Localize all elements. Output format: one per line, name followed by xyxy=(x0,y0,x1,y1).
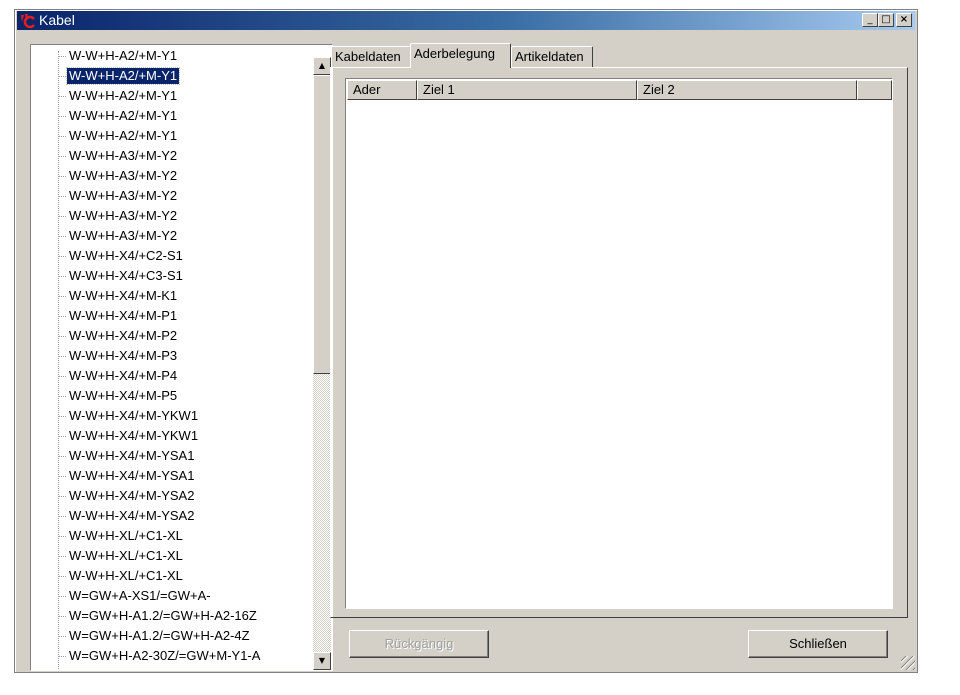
tree-item-label: W-W+H-A3/+M-Y2 xyxy=(69,168,178,183)
tree-item-label: W-W+H-X4/+C2-S1 xyxy=(69,248,183,263)
tree-item[interactable]: W-W+H-A3/+M-Y2 xyxy=(31,146,313,166)
tree-item[interactable]: W-W+H-A2/+M-Y1 xyxy=(31,126,313,146)
undo-button[interactable]: Rückgängig xyxy=(349,630,489,658)
tree-item-label: W=GW+A-XS1/=GW+A- xyxy=(69,588,211,603)
tree-item-label: W-W+H-X4/+C3-S1 xyxy=(69,268,183,283)
tree-item-label: W-W+H-X4/+M-P5 xyxy=(69,388,178,403)
tree-item[interactable]: W-W+H-X4/+M-YKW1 xyxy=(31,406,313,426)
tree-item[interactable]: W-W+H-X4/+C3-S1 xyxy=(31,266,313,286)
tree-item-label: W-W+H-A2/+M-Y1 xyxy=(65,67,181,85)
tree-item[interactable]: W-W+H-X4/+M-YSA1 xyxy=(31,466,313,486)
tree-item-label: W=GW+H-A1.2/=GW+H-A2-4Z xyxy=(69,628,250,643)
tree-item-label: W=GW+H-A1.2/=GW+H-A2-16Z xyxy=(69,608,257,623)
tree-item-label: W-W+H-XL/+C1-XL xyxy=(69,568,183,583)
tab-artikeldaten[interactable]: Artikeldaten xyxy=(511,46,593,67)
tab-kabeldaten[interactable]: Kabeldaten xyxy=(331,46,411,67)
tree-item[interactable]: W-W+H-X4/+C2-S1 xyxy=(31,246,313,266)
tree-item-label: W-W+H-X4/+M-P4 xyxy=(69,368,178,383)
tree-item[interactable]: W-W+H-A3/+M-Y2 xyxy=(31,166,313,186)
app-logo-icon xyxy=(21,14,36,28)
resize-grip-icon[interactable] xyxy=(901,656,915,670)
tree-item-label: W-W+H-X4/+M-P1 xyxy=(69,308,178,323)
tree-item-label: W-W+H-A3/+M-Y2 xyxy=(69,148,178,163)
tree-item[interactable]: W-W+H-A2/+M-Y1 xyxy=(31,106,313,126)
tree-item[interactable]: W-W+H-X4/+M-YSA2 xyxy=(31,486,313,506)
tree-item-label: W=GW+H-A2-30Z/=GW+M-Y1-A xyxy=(69,648,261,663)
tree-item-label: W-W+H-X4/+M-YKW1 xyxy=(69,408,199,423)
window-title: Kabel xyxy=(39,12,75,28)
tree-item[interactable]: W-W+H-X4/+M-YSA1 xyxy=(31,446,313,466)
tree-item-label: W-W+H-A2/+M-Y1 xyxy=(69,128,178,143)
close-button[interactable]: Schließen xyxy=(748,630,888,658)
tree-item[interactable]: W-W+H-X4/+M-P4 xyxy=(31,366,313,386)
tree-item[interactable]: W-W+H-X4/+M-P3 xyxy=(31,346,313,366)
maximize-button[interactable]: □ xyxy=(878,13,894,27)
tree-item-label: W-W+H-XL/+C1-XL xyxy=(69,528,183,543)
cable-tree[interactable]: W-W+H-A2/+M-Y1 W-W+H-A2/+M-Y1 W-W+H-A2/+M-… xyxy=(30,44,333,671)
tree-item[interactable]: W-W+H-A3/+M-Y2 xyxy=(31,186,313,206)
tree-item[interactable]: W-W+H-A2/+M-Y1 xyxy=(31,66,313,86)
tree-item-label: W-W+H-X4/+M-YSA2 xyxy=(69,488,195,503)
column-header-ziel2[interactable]: Ziel 2 xyxy=(637,80,857,100)
tree-item[interactable]: W-W+H-A3/+M-Y2 xyxy=(31,206,313,226)
tree-item[interactable]: W-W+H-X4/+M-YSA2 xyxy=(31,506,313,526)
tree-item-label: W-W+H-X4/+M-YSA2 xyxy=(69,508,195,523)
tree-item[interactable]: W=GW+H-A1.2/=GW+H-A2-16Z xyxy=(31,606,313,626)
tree-scrollbar[interactable]: ▲ ▼ xyxy=(313,57,331,670)
kabel-window: Kabel _ □ × W-W+H-A2/+M-Y1 W-W+H-A2/+M-Y1… xyxy=(14,9,918,673)
tree-item[interactable]: W-W+H-X4/+M-K1 xyxy=(31,286,313,306)
tree-item[interactable]: W-W+H-X4/+M-P5 xyxy=(31,386,313,406)
tree-item[interactable]: W-W+H-A2/+M-Y1 xyxy=(31,86,313,106)
tree-item-label: W-W+H-XL/+C1-XL xyxy=(69,548,183,563)
tree-item[interactable]: W=GW+H-A2-30Z/=GW+M-Y1-A xyxy=(31,646,313,666)
tab-aderbelegung[interactable]: Aderbelegung xyxy=(410,43,511,68)
close-window-button[interactable]: × xyxy=(896,13,912,27)
tree-item-label: W-W+H-A3/+M-Y2 xyxy=(69,188,178,203)
tree-item-label: W-W+H-X4/+M-K1 xyxy=(69,288,178,303)
tree-item-label: W-W+H-A3/+M-Y2 xyxy=(69,208,178,223)
column-header-filler xyxy=(857,80,892,100)
tree-item[interactable]: W-W+H-A2/+M-Y1 xyxy=(31,46,313,66)
tree-item[interactable]: W=GW+H-A1.2/=GW+H-A2-4Z xyxy=(31,626,313,646)
minimize-button[interactable]: _ xyxy=(862,13,878,27)
tree-item-label: W-W+H-X4/+M-YSA1 xyxy=(69,448,195,463)
tree-item-label: W-W+H-X4/+M-P3 xyxy=(69,348,178,363)
tree-list: W-W+H-A2/+M-Y1 W-W+H-A2/+M-Y1 W-W+H-A2/+M-… xyxy=(31,46,313,666)
tree-item-label: W-W+H-A3/+M-Y2 xyxy=(69,228,178,243)
tree-item[interactable]: W-W+H-XL/+C1-XL xyxy=(31,566,313,586)
tree-item[interactable]: W-W+H-X4/+M-P2 xyxy=(31,326,313,346)
tree-item[interactable]: W-W+H-XL/+C1-XL xyxy=(31,546,313,566)
column-header-ader[interactable]: Ader xyxy=(347,80,417,100)
tree-item[interactable]: W-W+H-A3/+M-Y2 xyxy=(31,226,313,246)
tree-item-label: W-W+H-A2/+M-Y1 xyxy=(69,48,178,63)
conductor-table[interactable]: Ader Ziel 1 Ziel 2 xyxy=(345,78,893,609)
scroll-thumb[interactable] xyxy=(313,75,331,374)
tree-item-label: W-W+H-A2/+M-Y1 xyxy=(69,108,178,123)
tree-item[interactable]: W-W+H-XL/+C1-XL xyxy=(31,526,313,546)
scroll-down-button[interactable]: ▼ xyxy=(313,652,331,670)
title-bar[interactable]: Kabel _ □ × xyxy=(17,11,915,30)
scroll-up-button[interactable]: ▲ xyxy=(313,57,331,75)
tree-item[interactable]: W-W+H-X4/+M-P1 xyxy=(31,306,313,326)
tree-item[interactable]: W=GW+A-XS1/=GW+A- xyxy=(31,586,313,606)
tree-item-label: W-W+H-X4/+M-P2 xyxy=(69,328,178,343)
tree-item-label: W-W+H-X4/+M-YKW1 xyxy=(69,428,199,443)
column-header-ziel1[interactable]: Ziel 1 xyxy=(417,80,637,100)
tree-item[interactable]: W-W+H-X4/+M-YKW1 xyxy=(31,426,313,446)
tree-item-label: W-W+H-A2/+M-Y1 xyxy=(69,88,178,103)
tree-item-label: W-W+H-X4/+M-YSA1 xyxy=(69,468,195,483)
